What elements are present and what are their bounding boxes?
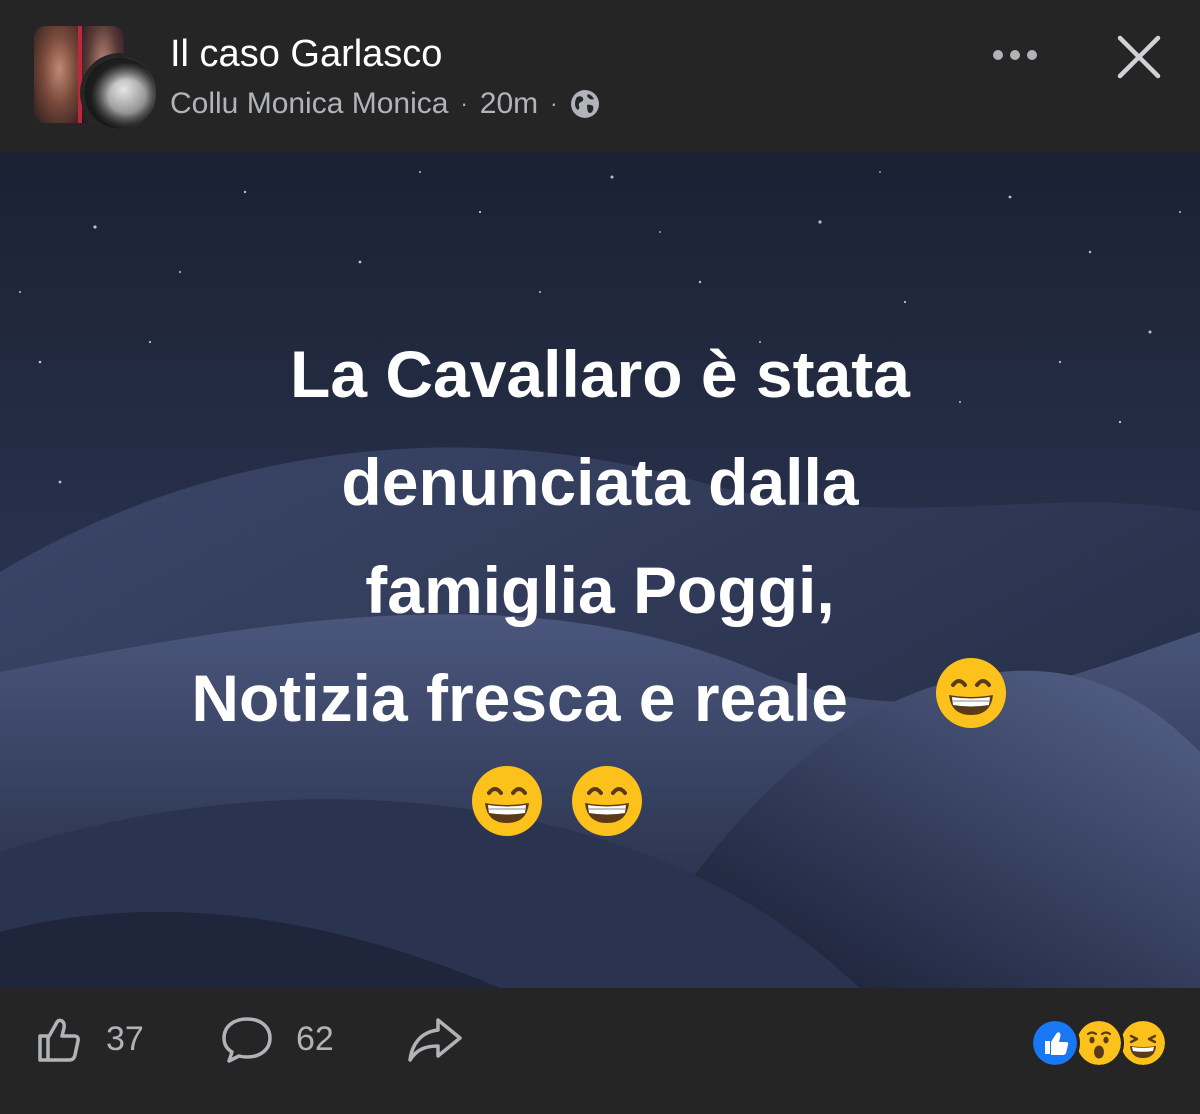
group-name[interactable]: Il caso Garlasco <box>170 34 442 74</box>
post-viewer: Il caso Garlasco Collu Monica Monica · 2… <box>0 0 1200 1114</box>
author-avatar[interactable] <box>80 53 160 133</box>
meta-separator: · <box>460 91 468 116</box>
like-reaction-icon <box>1030 1018 1080 1068</box>
grinning-face-emoji-icon <box>935 658 1006 728</box>
post-image[interactable]: La Cavallaro è stata denunciata dalla fa… <box>0 152 1200 988</box>
share-button[interactable] <box>406 1014 464 1064</box>
like-count: 37 <box>106 1019 144 1058</box>
meta-separator: · <box>550 91 558 116</box>
comment-button[interactable]: 62 <box>220 1014 334 1064</box>
thumbs-up-icon <box>38 1018 80 1062</box>
author-name[interactable]: Collu Monica Monica <box>170 87 448 121</box>
globe-icon[interactable] <box>569 88 601 120</box>
close-icon[interactable] <box>1114 32 1164 82</box>
grinning-face-emoji-icon <box>471 766 542 836</box>
post-time[interactable]: 20m <box>480 87 538 121</box>
post-text-line: Notizia fresca e reale <box>191 661 848 735</box>
reaction-summary[interactable] <box>1030 1018 1170 1068</box>
post-header: Il caso Garlasco Collu Monica Monica · 2… <box>0 0 1200 152</box>
comment-count: 62 <box>296 1019 334 1058</box>
more-horizontal-icon[interactable] <box>990 40 1040 70</box>
haha-reaction-icon <box>1118 1018 1168 1068</box>
share-arrow-icon <box>408 1018 462 1062</box>
post-actions: 37 62 <box>0 988 1200 1114</box>
post-text-line: denunciata dalla <box>341 445 859 519</box>
post-text-line: famiglia Poggi, <box>365 553 835 627</box>
grinning-face-emoji-icon <box>572 766 643 836</box>
post-text-line: La Cavallaro è stata <box>290 337 910 411</box>
post-meta: Collu Monica Monica · 20m · <box>170 86 601 122</box>
post-text: La Cavallaro è stata denunciata dalla fa… <box>0 320 1200 860</box>
comment-bubble-icon <box>222 1017 272 1063</box>
wow-reaction-icon <box>1074 1018 1124 1068</box>
like-button[interactable]: 37 <box>34 1014 144 1064</box>
